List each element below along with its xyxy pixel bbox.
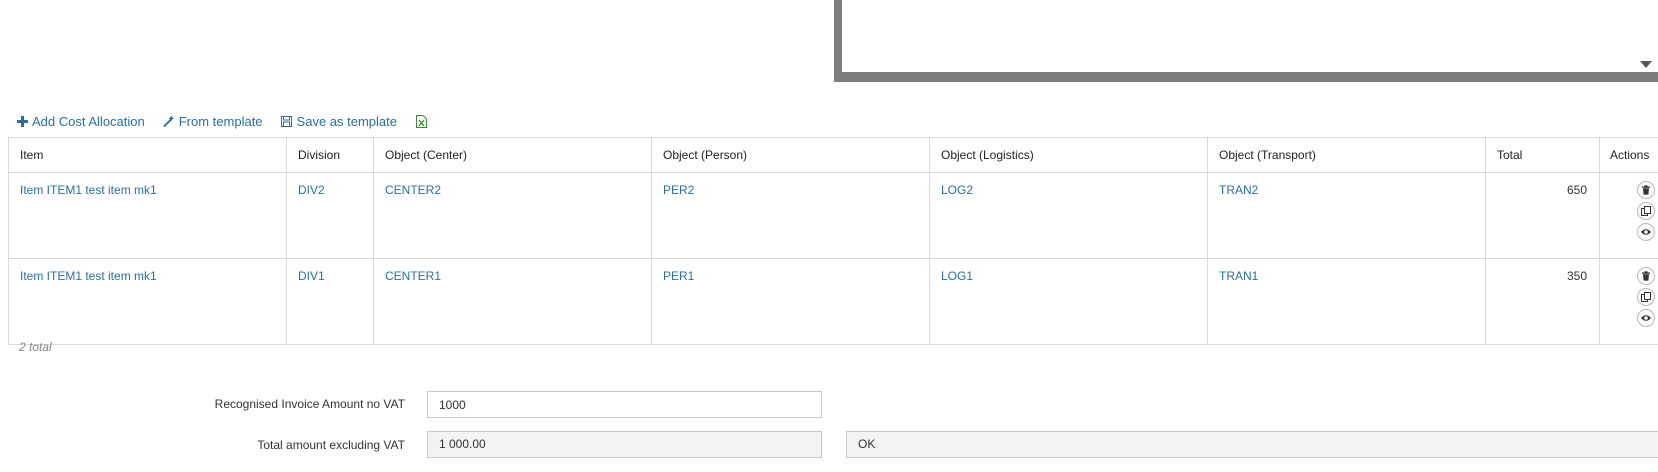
column-header-object-person[interactable]: Object (Person) <box>651 137 930 173</box>
cost-allocation-table: Item Division Object (Center) Object (Pe… <box>8 137 1658 345</box>
column-header-item[interactable]: Item <box>8 137 287 173</box>
item-link[interactable]: Item ITEM1 test item mk1 <box>20 269 157 283</box>
add-cost-allocation-label: Add Cost Allocation <box>32 113 145 129</box>
person-link[interactable]: PER1 <box>663 269 694 283</box>
notes-textarea-frame <box>834 0 1658 82</box>
logistics-link[interactable]: LOG1 <box>941 269 973 283</box>
eye-icon <box>1641 229 1651 235</box>
division-link[interactable]: DIV1 <box>298 269 325 283</box>
copy-icon <box>1641 206 1651 216</box>
copy-row-button[interactable] <box>1637 202 1655 220</box>
save-as-template-button[interactable]: Save as template <box>281 114 397 129</box>
recognised-amount-label: Recognised Invoice Amount no VAT <box>214 397 405 411</box>
add-cost-allocation-button[interactable]: Add Cost Allocation <box>16 114 145 129</box>
table-row: Item ITEM1 test item mk1 DIV1 CENTER1 PE… <box>8 258 1658 345</box>
copy-icon <box>1641 292 1651 302</box>
magic-wand-icon <box>163 115 175 127</box>
recognised-amount-input[interactable] <box>427 391 822 418</box>
column-header-division[interactable]: Division <box>286 137 374 173</box>
save-as-template-label: Save as template <box>296 113 397 129</box>
division-link[interactable]: DIV2 <box>298 183 325 197</box>
column-header-actions: Actions <box>1599 137 1658 173</box>
actions-cell <box>1599 258 1658 345</box>
from-template-button[interactable]: From template <box>163 114 263 129</box>
center-link[interactable]: CENTER1 <box>385 269 441 283</box>
view-row-button[interactable] <box>1637 309 1655 327</box>
from-template-label: From template <box>178 113 263 129</box>
excel-file-icon <box>415 114 427 128</box>
eye-icon <box>1641 315 1651 321</box>
total-cell: 650 <box>1485 172 1600 259</box>
copy-row-button[interactable] <box>1637 288 1655 306</box>
column-header-object-center[interactable]: Object (Center) <box>373 137 652 173</box>
center-link[interactable]: CENTER2 <box>385 183 441 197</box>
view-row-button[interactable] <box>1637 223 1655 241</box>
trash-icon <box>1642 185 1650 195</box>
validation-status-field: OK <box>846 431 1658 458</box>
actions-cell <box>1599 172 1658 259</box>
row-count-label: 2 total <box>19 340 52 354</box>
person-link[interactable]: PER2 <box>663 183 694 197</box>
logistics-link[interactable]: LOG2 <box>941 183 973 197</box>
column-header-object-transport[interactable]: Object (Transport) <box>1207 137 1486 173</box>
total-excl-vat-field: 1 000.00 <box>427 431 822 458</box>
table-row: Item ITEM1 test item mk1 DIV2 CENTER2 PE… <box>8 172 1658 259</box>
trash-icon <box>1642 271 1650 281</box>
plus-icon <box>16 115 28 127</box>
transport-link[interactable]: TRAN1 <box>1219 269 1258 283</box>
item-link[interactable]: Item ITEM1 test item mk1 <box>20 183 157 197</box>
delete-row-button[interactable] <box>1637 267 1655 285</box>
table-header-row: Item Division Object (Center) Object (Pe… <box>8 137 1658 173</box>
transport-link[interactable]: TRAN2 <box>1219 183 1258 197</box>
floppy-disk-icon <box>281 115 293 127</box>
delete-row-button[interactable] <box>1637 181 1655 199</box>
total-cell: 350 <box>1485 258 1600 345</box>
total-excl-vat-label: Total amount excluding VAT <box>257 438 405 452</box>
notes-textarea[interactable] <box>842 0 1658 72</box>
export-excel-button[interactable] <box>415 114 427 128</box>
scroll-down-arrow-icon[interactable] <box>1640 61 1652 68</box>
column-header-total[interactable]: Total <box>1485 137 1600 173</box>
column-header-object-logistics[interactable]: Object (Logistics) <box>929 137 1208 173</box>
cost-allocation-toolbar: Add Cost Allocation From template Save a… <box>16 112 427 130</box>
